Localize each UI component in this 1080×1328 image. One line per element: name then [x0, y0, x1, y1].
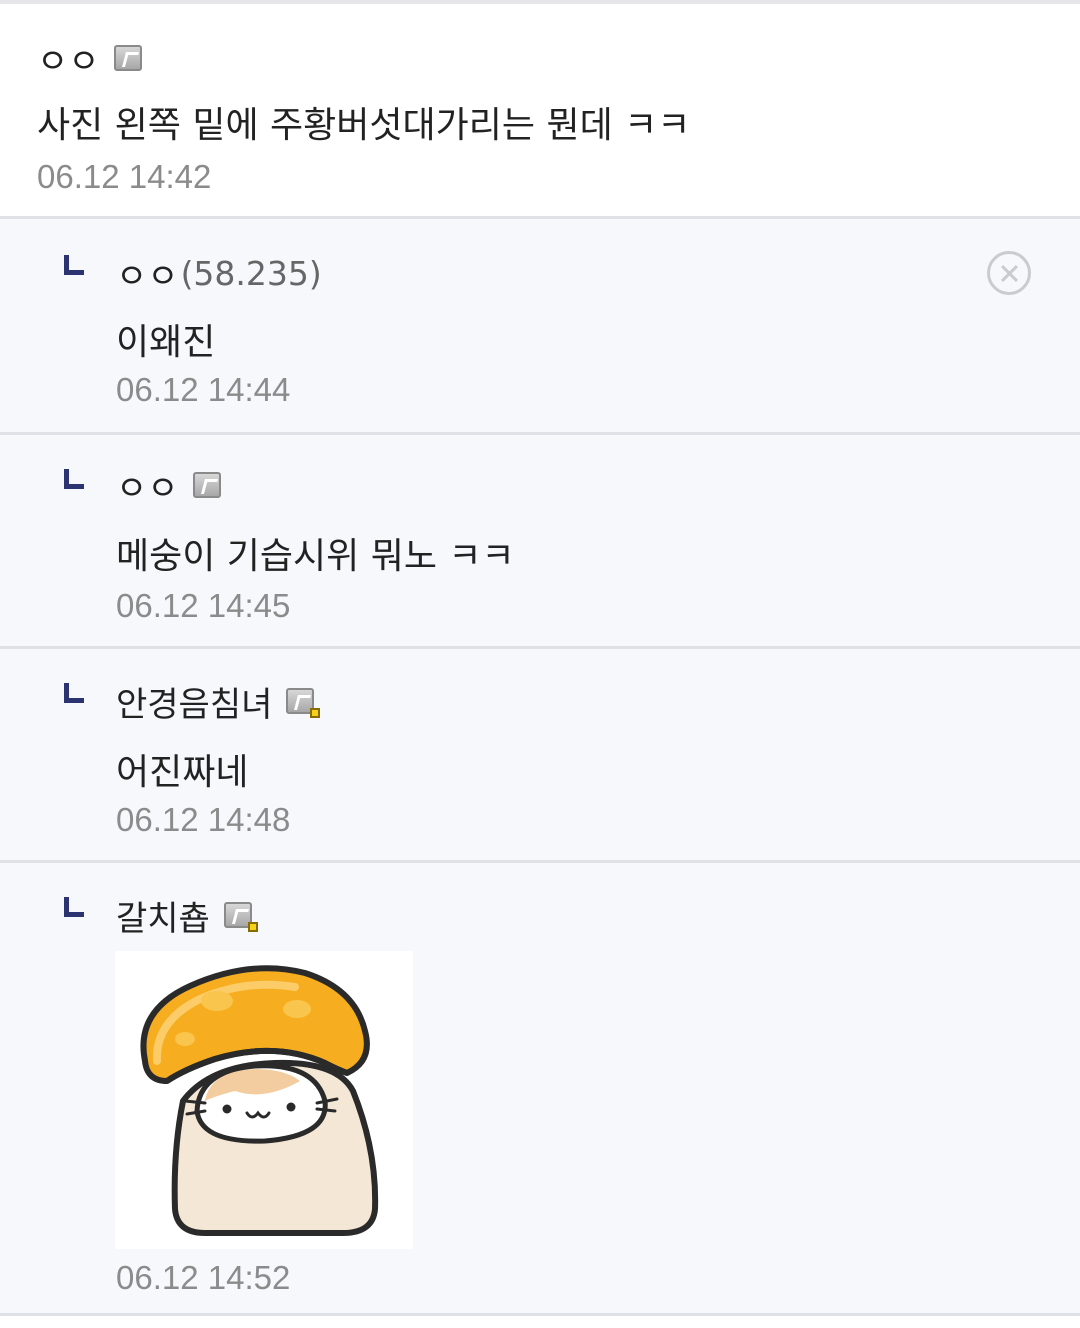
reply-date: 06.12 14:44: [116, 371, 291, 408]
reply-arrow-icon: [64, 897, 84, 917]
author-name[interactable]: ㅇㅇ: [37, 34, 100, 83]
sticker-image: [140, 965, 379, 1236]
reply-text: 이왜진: [116, 322, 216, 363]
reply-author[interactable]: 갈치춉: [116, 891, 258, 940]
reply-arrow-icon: [64, 469, 84, 489]
fixed-nick-badge-icon: [113, 44, 144, 73]
author-name[interactable]: 안경음침녀: [116, 677, 272, 726]
page-bottom: [0, 1319, 1080, 1328]
reply-arrow-icon: [64, 255, 84, 275]
author-ip: (58.235): [180, 254, 322, 293]
reply-date: 06.12 14:52: [116, 1259, 291, 1296]
reply-item: 안경음침녀 어진짜네 06.12 14:48: [0, 646, 1080, 860]
author-name[interactable]: ㅇㅇ: [116, 461, 179, 510]
reply-item: ㅇㅇ 메숭이 기습시위 뭐노 ㅋㅋ 06.12 14:45: [0, 432, 1080, 646]
fixed-nick-badge-manager-icon: [223, 901, 258, 932]
author-name[interactable]: 갈치춉: [116, 891, 210, 940]
delete-circle-icon[interactable]: [987, 251, 1031, 295]
reply-item: 갈치춉 06.12 14:52: [0, 860, 1080, 1316]
reply-author[interactable]: ㅇㅇ: [116, 461, 223, 510]
comment-author[interactable]: ㅇㅇ: [37, 34, 144, 83]
reply-date: 06.12 14:45: [116, 587, 291, 624]
author-name[interactable]: ㅇㅇ: [116, 249, 179, 298]
fixed-nick-badge-icon: [192, 471, 223, 500]
reply-text: 메숭이 기습시위 뭐노 ㅋㅋ: [116, 536, 515, 577]
comment-date: 06.12 14:42: [37, 158, 212, 195]
fixed-nick-badge-manager-icon: [286, 687, 321, 718]
reply-arrow-icon: [64, 683, 84, 703]
comment-item: ㅇㅇ 사진 왼쪽 밑에 주황버섯대가리는 뭔데 ㅋㅋ 06.12 14:42: [0, 4, 1080, 216]
reply-item: ㅇㅇ (58.235) 이왜진 06.12 14:44: [0, 216, 1080, 432]
reply-date: 06.12 14:48: [116, 801, 291, 838]
reply-text: 어진짜네: [116, 752, 249, 793]
reply-author[interactable]: ㅇㅇ (58.235): [116, 249, 322, 298]
comment-text: 사진 왼쪽 밑에 주황버섯대가리는 뭔데 ㅋㅋ: [37, 105, 691, 146]
reply-author[interactable]: 안경음침녀: [116, 677, 321, 726]
orange-mushroom-cat-sticker[interactable]: [115, 951, 413, 1249]
